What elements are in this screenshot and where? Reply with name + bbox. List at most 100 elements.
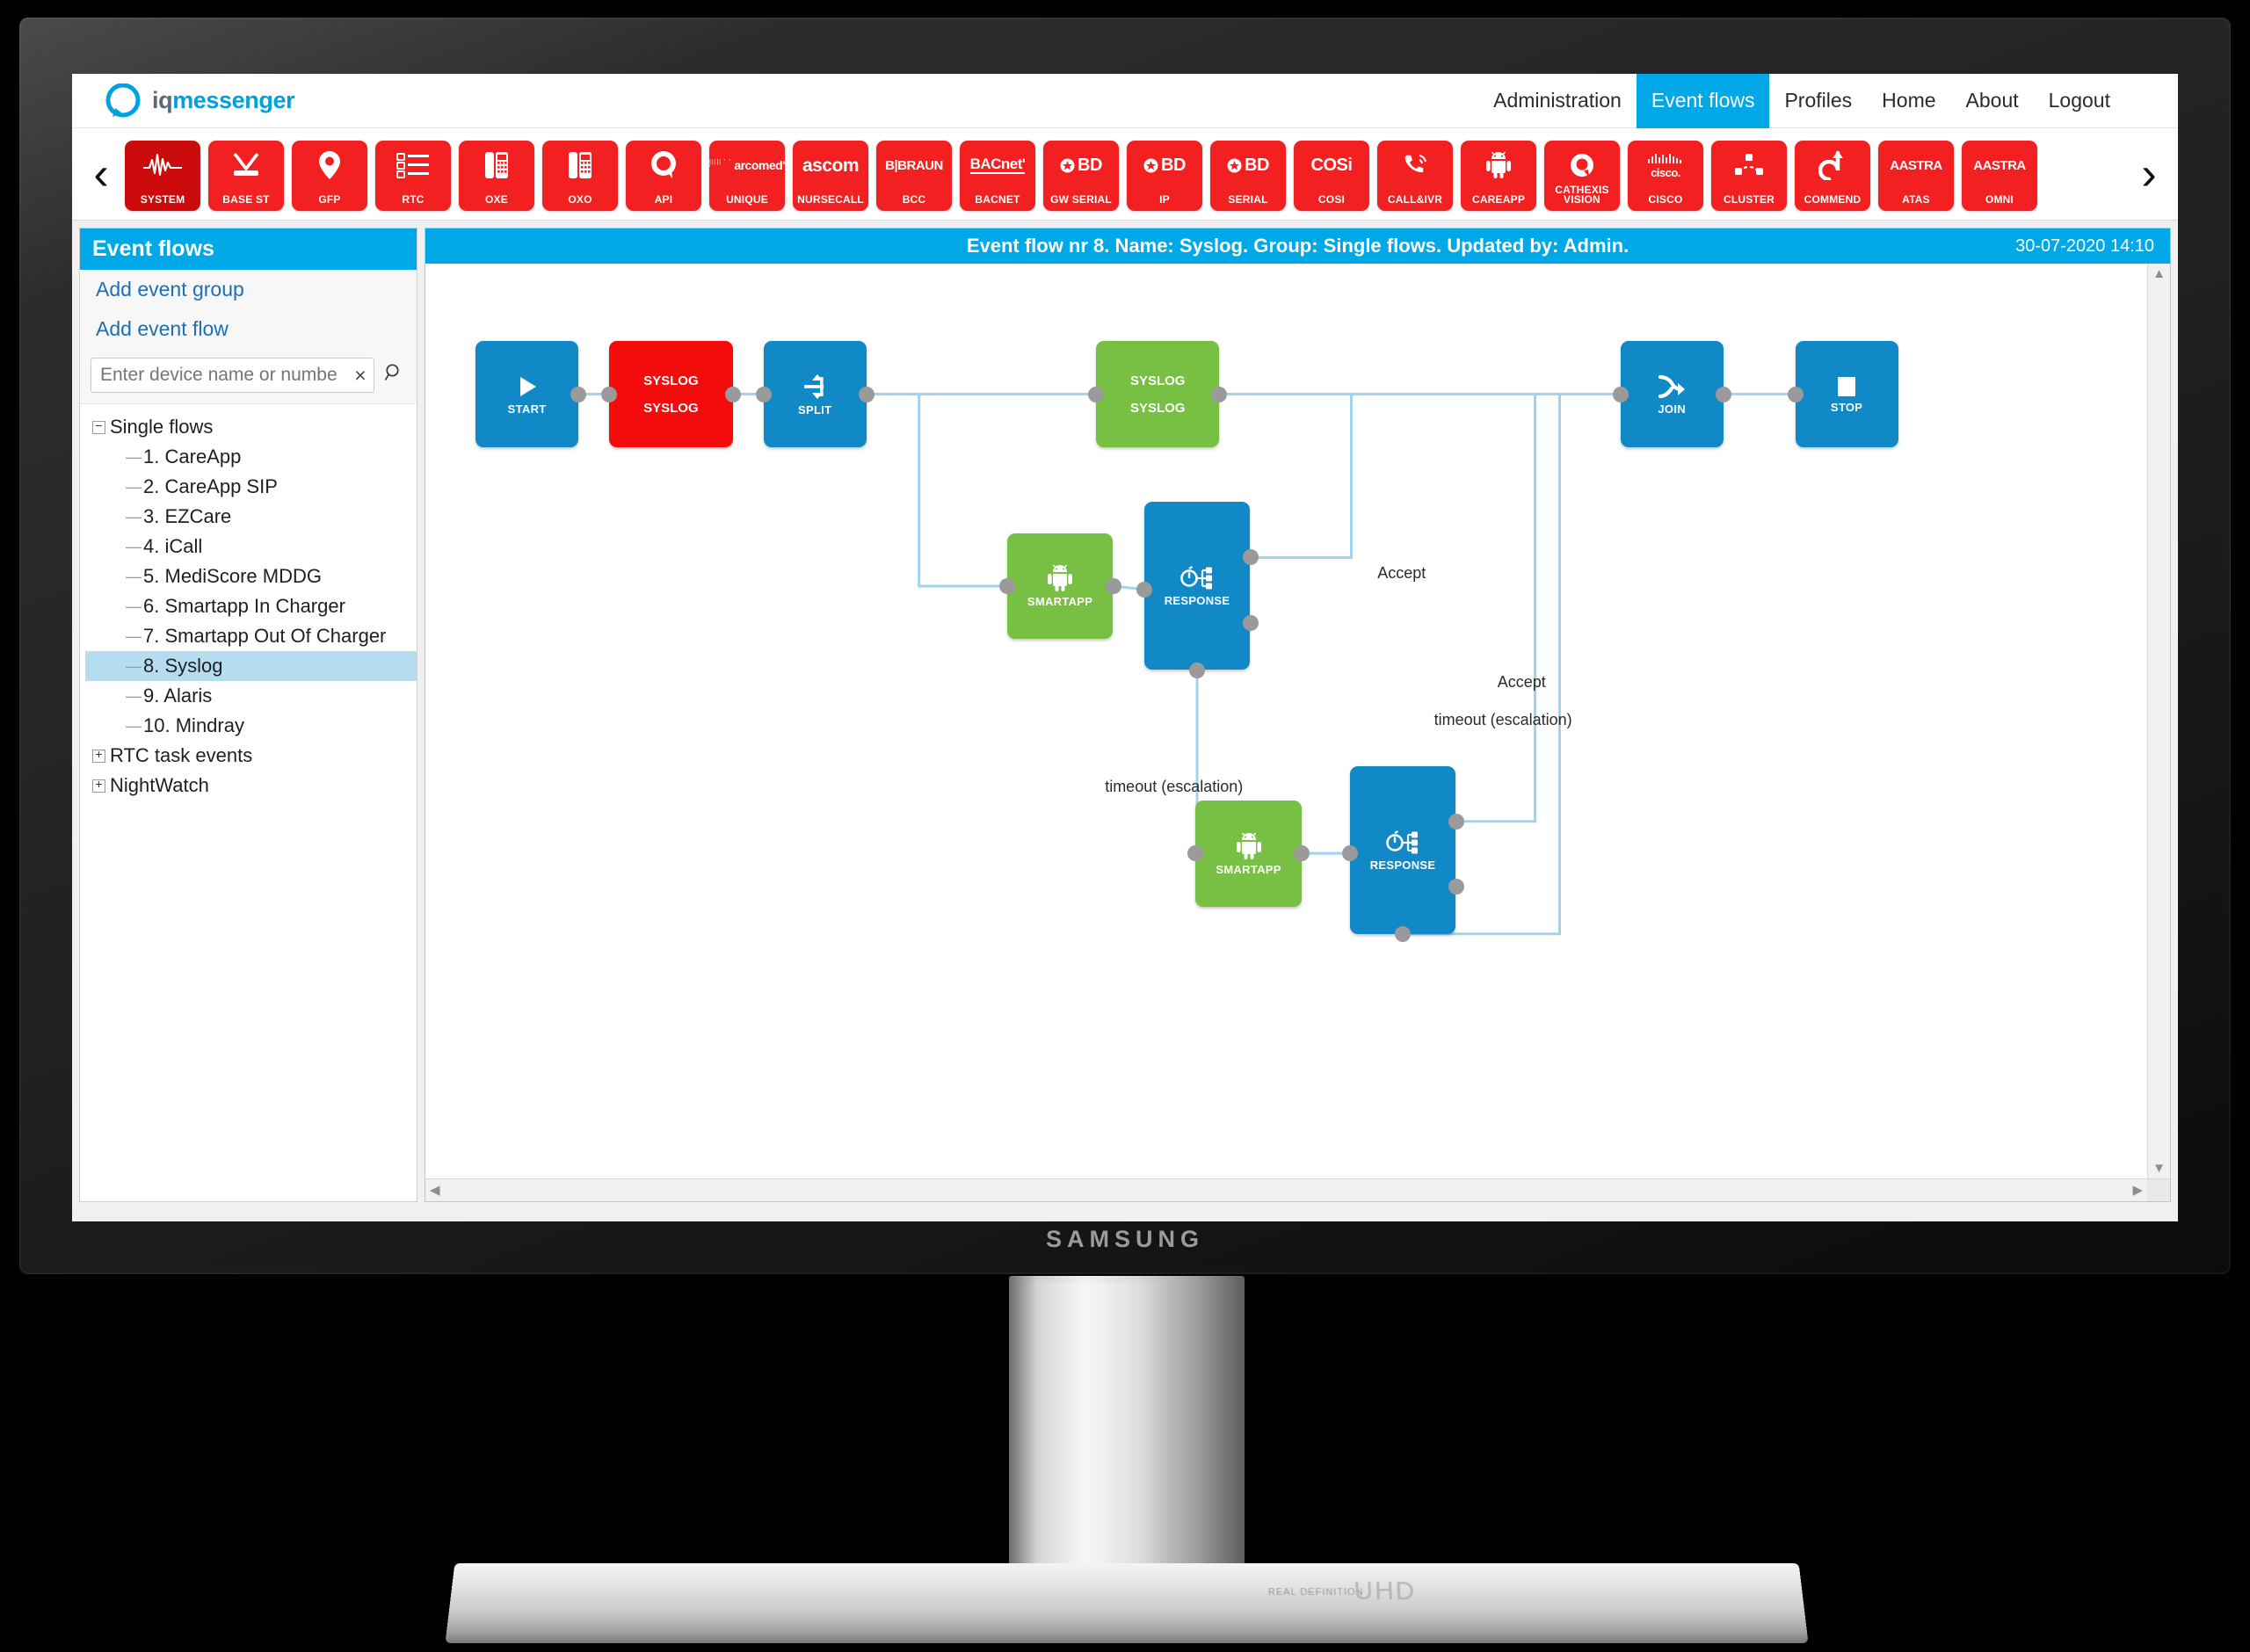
device-tile-system[interactable]: SYSTEM <box>125 141 200 211</box>
flow-diagram-canvas[interactable]: START SYSLOG SYSLOG SPLIT SYSLOG SYSLOG JOIN ST… <box>425 264 2147 1178</box>
flow-port-syslog_out-l[interactable] <box>1088 386 1104 402</box>
device-tile-atas[interactable]: AASTRA ATAS <box>1878 141 1954 211</box>
tree-item-rtc-task-events[interactable]: + RTC task events <box>85 741 417 771</box>
flow-node-syslog_out[interactable]: SYSLOG SYSLOG <box>1096 341 1220 447</box>
nav-item-about[interactable]: About <box>1951 74 2034 128</box>
device-tile-commend[interactable]: COMMEND <box>1795 141 1870 211</box>
app-logo[interactable]: iqmessenger <box>105 82 295 119</box>
tree-item-label[interactable]: 7. Smartapp Out Of Charger <box>143 625 386 648</box>
device-tile-api[interactable]: API <box>626 141 701 211</box>
tree-toggle-icon[interactable]: − <box>92 420 105 434</box>
tree-item-6-smartapp-in-charger[interactable]: –– 6. Smartapp In Charger <box>85 591 417 621</box>
flow-node-split[interactable]: SPLIT <box>763 341 867 447</box>
flow-port-join-l[interactable] <box>1612 386 1629 402</box>
flow-node-smartapp1[interactable]: SMARTAPP <box>1006 533 1114 640</box>
device-tile-gw-serial[interactable]: BD GW SERIAL <box>1043 141 1119 211</box>
device-tile-omni[interactable]: AASTRA OMNI <box>1962 141 2037 211</box>
tree-item-label[interactable]: 8. Syslog <box>143 655 223 677</box>
tree-item-single-flows[interactable]: − Single flows <box>85 412 417 442</box>
flow-node-response2[interactable]: RESPONSE <box>1349 765 1456 934</box>
flow-port-syslog_out-r[interactable] <box>1211 386 1228 402</box>
flow-port-response1-in[interactable] <box>1136 581 1152 598</box>
search-input[interactable] <box>91 365 347 386</box>
tree-item-label[interactable]: NightWatch <box>110 774 209 797</box>
scroll-right-icon[interactable]: ▶ <box>2132 1184 2143 1197</box>
tree-item-label[interactable]: 3. EZCare <box>143 505 231 528</box>
device-tile-cosi[interactable]: COSi COSI <box>1294 141 1369 211</box>
tree-item-4-icall[interactable]: –– 4. iCall <box>85 532 417 562</box>
tree-item-label[interactable]: Single flows <box>110 416 213 438</box>
flow-node-join[interactable]: JOIN <box>1620 341 1724 447</box>
tree-item-label[interactable]: 5. MediScore MDDG <box>143 565 322 588</box>
tree-toggle-icon[interactable]: + <box>92 779 105 793</box>
tree-item-8-syslog[interactable]: –– 8. Syslog <box>85 651 417 681</box>
tree-item-label[interactable]: 1. CareApp <box>143 446 241 468</box>
tree-item-1-careapp[interactable]: –– 1. CareApp <box>85 442 417 472</box>
tree-item-7-smartapp-out-of-charger[interactable]: –– 7. Smartapp Out Of Charger <box>85 621 417 651</box>
device-tile-nursecall[interactable]: ascom NURSECALL <box>793 141 868 211</box>
add-event-flow-link[interactable]: Add event flow <box>80 309 417 349</box>
tree-item-label[interactable]: 10. Mindray <box>143 714 244 737</box>
device-tile-unique[interactable]: ||||| ' ' ' arcomed' UNIQUE <box>709 141 785 211</box>
flow-port-syslog_in-l[interactable] <box>601 386 618 402</box>
tree-item-label[interactable]: 6. Smartapp In Charger <box>143 595 345 618</box>
nav-item-event-flows[interactable]: Event flows <box>1636 74 1770 128</box>
flow-port-response2-alt[interactable] <box>1448 879 1464 895</box>
device-tile-bacnet[interactable]: BACnet' BACNET <box>960 141 1035 211</box>
horizontal-scrollbar[interactable]: ◀ ▶ <box>425 1179 2147 1201</box>
device-tile-call-ivr[interactable]: CALL&IVR <box>1377 141 1453 211</box>
tree-item-label[interactable]: 2. CareApp SIP <box>143 475 278 498</box>
flow-port-stop-l[interactable] <box>1787 386 1804 402</box>
flow-node-response1[interactable]: RESPONSE <box>1143 502 1251 670</box>
tree-item-9-alaris[interactable]: –– 9. Alaris <box>85 681 417 711</box>
tree-item-nightwatch[interactable]: + NightWatch <box>85 771 417 801</box>
tree-item-label[interactable]: 9. Alaris <box>143 685 212 707</box>
flow-port-response2-accept[interactable] <box>1448 813 1464 830</box>
device-tile-bcc[interactable]: B|BRAUN BCC <box>876 141 952 211</box>
flow-port-split-r[interactable] <box>858 386 875 402</box>
flow-port-start-r[interactable] <box>570 386 587 402</box>
add-event-group-link[interactable]: Add event group <box>80 270 417 309</box>
flow-port-response1-alt[interactable] <box>1242 614 1259 631</box>
flow-node-stop[interactable]: STOP <box>1795 341 1898 447</box>
flow-port-smartapp1-r[interactable] <box>1105 577 1121 594</box>
flow-node-syslog_in[interactable]: SYSLOG SYSLOG <box>609 341 733 447</box>
flow-port-smartapp1-l[interactable] <box>998 577 1015 594</box>
search-clear-icon[interactable]: × <box>347 364 374 388</box>
flow-port-syslog_in-r[interactable] <box>724 386 741 402</box>
nav-item-home[interactable]: Home <box>1867 74 1950 128</box>
device-tile-serial[interactable]: BD SERIAL <box>1210 141 1286 211</box>
device-tile-rtc[interactable]: RTC <box>375 141 451 211</box>
flow-port-response1-timeout[interactable] <box>1189 662 1206 678</box>
flow-port-split-l[interactable] <box>755 386 772 402</box>
nav-item-logout[interactable]: Logout <box>2034 74 2125 128</box>
nav-item-profiles[interactable]: Profiles <box>1769 74 1867 128</box>
device-tile-cluster[interactable]: CLUSTER <box>1711 141 1787 211</box>
device-tile-careapp[interactable]: CAREAPP <box>1461 141 1536 211</box>
scroll-up-icon[interactable]: ▲ <box>2152 267 2166 280</box>
device-tile-cathexis-vision[interactable]: CATHEXIS VISION <box>1544 141 1620 211</box>
flow-port-response2-timeout[interactable] <box>1395 925 1412 942</box>
tree-item-3-ezcare[interactable]: –– 3. EZCare <box>85 502 417 532</box>
flow-port-response1-accept[interactable] <box>1242 549 1259 566</box>
device-tile-cisco[interactable]: cisco. CISCO <box>1628 141 1703 211</box>
scroll-down-icon[interactable]: ▼ <box>2152 1162 2166 1175</box>
tree-item-5-mediscore-mddg[interactable]: –– 5. MediScore MDDG <box>85 562 417 591</box>
nav-item-administration[interactable]: Administration <box>1478 74 1637 128</box>
vertical-scrollbar[interactable]: ▲ ▼ <box>2147 264 2170 1178</box>
device-tile-oxo[interactable]: OXO <box>542 141 618 211</box>
tree-item-label[interactable]: RTC task events <box>110 744 252 767</box>
search-icon[interactable] <box>381 362 406 389</box>
device-tile-base-st[interactable]: BASE ST <box>208 141 284 211</box>
flow-node-smartapp2[interactable]: SMARTAPP <box>1195 800 1302 907</box>
device-tile-ip[interactable]: BD IP <box>1127 141 1202 211</box>
tree-toggle-icon[interactable]: + <box>92 749 105 763</box>
tree-item-10-mindray[interactable]: –– 10. Mindray <box>85 711 417 741</box>
scroll-left-icon[interactable]: ◀ <box>430 1184 440 1197</box>
device-tile-oxe[interactable]: OXE <box>459 141 534 211</box>
flow-port-response2-in[interactable] <box>1341 845 1358 862</box>
device-tile-gfp[interactable]: GFP <box>292 141 367 211</box>
flow-port-join-r[interactable] <box>1715 386 1731 402</box>
flow-node-start[interactable]: START <box>475 341 579 447</box>
tree-item-2-careapp-sip[interactable]: –– 2. CareApp SIP <box>85 472 417 502</box>
